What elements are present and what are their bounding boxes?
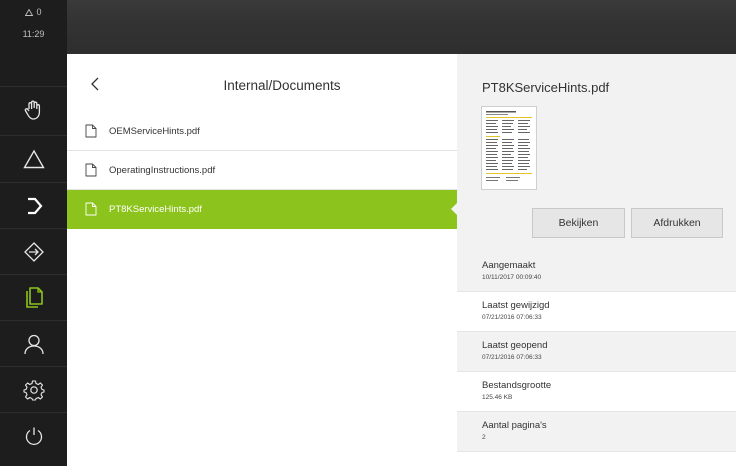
file-row[interactable]: OEMServiceHints.pdf xyxy=(67,112,457,151)
folder-path: Internal/Documents xyxy=(223,78,341,93)
list-header: Internal/Documents xyxy=(67,54,457,112)
file-name: OEMServiceHints.pdf xyxy=(109,125,200,137)
triangle-icon xyxy=(22,149,45,168)
property-value: 10/11/2017 00:09:40 xyxy=(482,274,542,281)
app-window: 0 11:29 Internal/Documents OEMServiceHin… xyxy=(0,0,736,466)
details-header: PT8KServiceHints.pdf xyxy=(457,54,736,200)
file-name: OperatingInstructions.pdf xyxy=(109,164,216,176)
main-menu: 0 11:29 xyxy=(0,0,67,466)
program-run-icon xyxy=(27,197,42,214)
status-area: 0 11:29 xyxy=(0,0,67,39)
gear-icon xyxy=(22,379,45,401)
nav-mdi-mode[interactable] xyxy=(0,135,67,181)
hand-icon xyxy=(24,100,40,120)
nav-power[interactable] xyxy=(0,412,67,458)
nav-manual-mode[interactable] xyxy=(0,86,67,132)
user-icon xyxy=(23,334,44,354)
power-icon xyxy=(25,427,42,445)
file-row-selected[interactable]: PT8KServiceHints.pdf xyxy=(67,190,458,229)
property-opened: Laatst geopend 07/21/2016 07:06:33 xyxy=(457,332,736,372)
nav-file-management[interactable] xyxy=(0,274,67,320)
nav-program-run[interactable] xyxy=(0,182,67,228)
programming-icon xyxy=(23,241,44,262)
property-label: Laatst geopend xyxy=(482,340,548,351)
property-created: Aangemaakt 10/11/2017 00:09:40 xyxy=(457,252,736,292)
print-button[interactable]: Afdrukken xyxy=(631,208,723,238)
warnings-count: 0 xyxy=(36,7,42,17)
file-icon xyxy=(85,124,97,138)
property-modified: Laatst gewijzigd 07/21/2016 07:06:33 xyxy=(457,292,736,332)
preview-page-image xyxy=(486,111,532,181)
property-label: Aantal pagina's xyxy=(482,420,547,431)
file-list-panel: Internal/Documents OEMServiceHints.pdf O… xyxy=(67,54,458,466)
property-page-count: Aantal pagina's 2 xyxy=(457,412,736,452)
file-icon xyxy=(85,202,97,216)
property-value: 125.46 KB xyxy=(482,394,513,401)
property-value: 2 xyxy=(482,434,486,441)
file-management-icon xyxy=(25,286,43,308)
nav-programming[interactable] xyxy=(0,228,67,274)
nav-settings[interactable] xyxy=(0,366,67,412)
property-file-size: Bestandsgrootte 125.46 KB xyxy=(457,372,736,412)
details-title: PT8KServiceHints.pdf xyxy=(482,80,610,95)
action-buttons: Bekijken Afdrukken xyxy=(457,200,736,252)
warnings-indicator[interactable]: 0 xyxy=(0,5,67,19)
property-value: 07/21/2016 07:06:33 xyxy=(482,314,542,321)
clock: 11:29 xyxy=(22,29,45,39)
property-value: 07/21/2016 07:06:33 xyxy=(482,354,542,361)
nav-user-login[interactable] xyxy=(0,320,67,366)
view-button[interactable]: Bekijken xyxy=(532,208,625,238)
file-icon xyxy=(85,163,97,177)
property-label: Bestandsgrootte xyxy=(482,380,552,391)
file-name: PT8KServiceHints.pdf xyxy=(109,203,202,215)
warning-triangle-icon xyxy=(25,8,34,16)
document-preview-thumbnail xyxy=(481,106,537,190)
property-label: Laatst gewijzigd xyxy=(482,300,550,311)
file-details-panel: PT8KServiceHints.pdf Bekijken Afdrukken … xyxy=(457,54,736,466)
top-bar xyxy=(67,0,736,54)
property-label: Aangemaakt xyxy=(482,260,536,271)
file-row[interactable]: OperatingInstructions.pdf xyxy=(67,151,457,190)
